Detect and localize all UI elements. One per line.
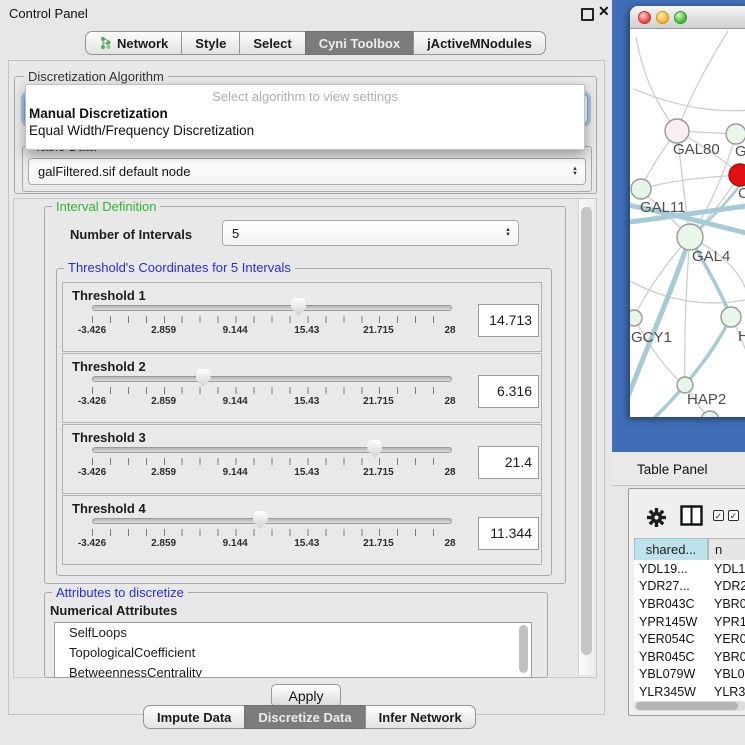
threshold-2-panel: Threshold 2 -3.4262.8599.14415.4321.7152…	[62, 353, 542, 423]
list-item[interactable]: SelfLoops	[55, 623, 531, 643]
node-label: C	[738, 185, 745, 202]
table-row[interactable]: YDL19...YDL1	[634, 560, 745, 578]
node-label: GAL4	[692, 248, 730, 265]
interval-definition-group-title: Interval Definition	[52, 200, 160, 213]
list-item[interactable]: BetweennessCentrality	[55, 663, 531, 678]
bottom-tab-bar: Impute Data Discretize Data Infer Networ…	[143, 705, 476, 729]
algorithm-option-manual[interactable]: Manual Discretization	[26, 104, 584, 121]
horizontal-scrollbar[interactable]	[634, 701, 745, 711]
tab-infer-network[interactable]: Infer Network	[365, 705, 476, 729]
threshold-1-slider-thumb[interactable]	[291, 298, 306, 316]
top-tab-bar: Network Style Select Cyni Toolbox jActiv…	[85, 31, 546, 55]
node-cut-topright	[726, 124, 745, 144]
apply-button[interactable]: Apply	[271, 684, 341, 707]
table-row[interactable]: YBR043CYBR0	[634, 595, 745, 613]
slider-ticks	[92, 529, 451, 536]
close-icon[interactable]: ✕	[598, 3, 610, 20]
close-traffic-light-icon[interactable]	[638, 11, 651, 24]
node-h	[721, 307, 741, 327]
threshold-4-panel: Threshold 4 -3.4262.8599.14415.4321.7152…	[62, 495, 542, 565]
table-panel-title: Table Panel	[637, 462, 708, 477]
node-label: GAL11	[640, 199, 686, 216]
discretization-algorithm-group-title: Discretization Algorithm	[24, 70, 168, 83]
threshold-4-value-field[interactable]: 11.344	[478, 517, 539, 550]
table-panel-header: Table Panel	[612, 452, 745, 486]
tab-select[interactable]: Select	[239, 31, 305, 55]
network-window: GAL80 GA C GAL11 GAL4 GCY1 H HAP2	[630, 6, 745, 417]
table-panel: ✓ ✓ shared... n YDL19...YDL1 YDR27...YDR…	[628, 488, 745, 716]
gear-icon[interactable]	[645, 506, 668, 529]
threshold-1-slider[interactable]	[92, 305, 452, 311]
numerical-attributes-list[interactable]: SelfLoops TopologicalCoefficient Between…	[54, 622, 532, 678]
node-gcy1	[630, 310, 642, 326]
algorithm-dropdown-popup: Select algorithm to view settings Manual…	[25, 84, 585, 150]
table-row[interactable]: YLR345WYLR3	[634, 683, 745, 701]
slider-ticks	[92, 458, 451, 465]
attributes-group-title: Attributes to discretize	[52, 586, 188, 599]
threshold-1-panel: Threshold 1 -3.4262.8599.14415.4321.7152…	[62, 282, 542, 352]
threshold-4-slider[interactable]	[92, 518, 452, 524]
tab-cyni-toolbox[interactable]: Cyni Toolbox	[305, 31, 414, 55]
threshold-4-slider-thumb[interactable]	[253, 511, 268, 529]
table-row[interactable]: YER054CYER0	[634, 630, 745, 648]
threshold-3-slider-thumb[interactable]	[367, 440, 382, 458]
column-header-name[interactable]: n	[708, 538, 745, 561]
node-red	[729, 164, 745, 186]
algorithm-placeholder: Select algorithm to view settings	[26, 89, 584, 104]
node-label: GAL80	[673, 141, 720, 158]
tab-impute-data[interactable]: Impute Data	[143, 705, 245, 729]
node-gal11	[631, 179, 651, 199]
node-label: GCY1	[631, 329, 672, 346]
threshold-coordinates-group-title: Threshold's Coordinates for 5 Intervals	[64, 261, 295, 274]
threshold-2-slider-thumb[interactable]	[196, 369, 211, 387]
threshold-1-value-field[interactable]: 14.713	[478, 304, 539, 337]
network-window-titlebar[interactable]	[630, 6, 745, 29]
tab-discretize-data[interactable]: Discretize Data	[244, 705, 365, 729]
node-table-body[interactable]: YDL19...YDL1 YDR27...YDR2 YBR043CYBR0 YP…	[634, 560, 745, 701]
vertical-scrollbar[interactable]	[578, 199, 595, 675]
threshold-3-slider[interactable]	[92, 447, 452, 453]
combo-stepper-icon: ▲▼	[505, 228, 511, 238]
node-label: H	[738, 328, 745, 345]
algorithm-option-equal-width[interactable]: Equal Width/Frequency Discretization	[26, 121, 584, 138]
horizontal-scrollbar-thumb[interactable]	[636, 702, 738, 710]
number-of-intervals-combobox[interactable]: 5 ▲▼	[222, 220, 519, 246]
list-scrollbar-thumb[interactable]	[519, 625, 528, 673]
node-label: GA	[735, 143, 745, 160]
network-canvas[interactable]: GAL80 GA C GAL11 GAL4 GCY1 H HAP2	[630, 29, 745, 417]
tab-style[interactable]: Style	[181, 31, 240, 55]
minimize-traffic-light-icon[interactable]	[656, 11, 669, 24]
checkbox-icon[interactable]: ✓	[713, 510, 724, 521]
slider-ticks	[92, 316, 451, 323]
column-header-shared[interactable]: shared...	[634, 538, 708, 561]
numerical-attributes-label: Numerical Attributes	[50, 603, 177, 618]
node-label: HAP2	[687, 391, 726, 408]
tab-network[interactable]: Network	[85, 31, 182, 55]
list-item[interactable]: TopologicalCoefficient	[55, 643, 531, 663]
table-row[interactable]: YDR27...YDR2	[634, 578, 745, 596]
table-data-combobox[interactable]: galFiltered.sif default node ▲▼	[28, 158, 586, 185]
vertical-scrollbar-thumb[interactable]	[581, 207, 592, 655]
panel-title: Control Panel	[9, 6, 88, 21]
checkbox-icon[interactable]: ✓	[728, 510, 739, 521]
float-window-icon[interactable]	[581, 8, 594, 21]
network-icon	[99, 36, 112, 50]
combo-stepper-icon: ▲▼	[572, 167, 578, 177]
threshold-2-value-field[interactable]: 6.316	[478, 375, 539, 408]
threshold-3-value-field[interactable]: 21.4	[478, 446, 539, 479]
threshold-3-panel: Threshold 3 -3.4262.8599.14415.4321.7152…	[62, 424, 542, 494]
threshold-2-slider[interactable]	[92, 376, 452, 382]
column-layout-icon[interactable]	[680, 505, 703, 526]
table-row[interactable]: YBL079WYBL0	[634, 666, 745, 684]
node-gal80	[665, 119, 689, 143]
table-row[interactable]: YPR145WYPR1	[634, 613, 745, 631]
table-row[interactable]: YBR045CYBR0	[634, 648, 745, 666]
slider-ticks	[92, 387, 451, 394]
number-of-intervals-label: Number of Intervals	[70, 227, 192, 242]
tab-jactivemnodules[interactable]: jActiveMNodules	[413, 31, 546, 55]
node-gal4	[677, 224, 703, 250]
app-window: Control Panel ✕ Network Style Select Cyn…	[0, 0, 745, 745]
zoom-traffic-light-icon[interactable]	[674, 11, 687, 24]
